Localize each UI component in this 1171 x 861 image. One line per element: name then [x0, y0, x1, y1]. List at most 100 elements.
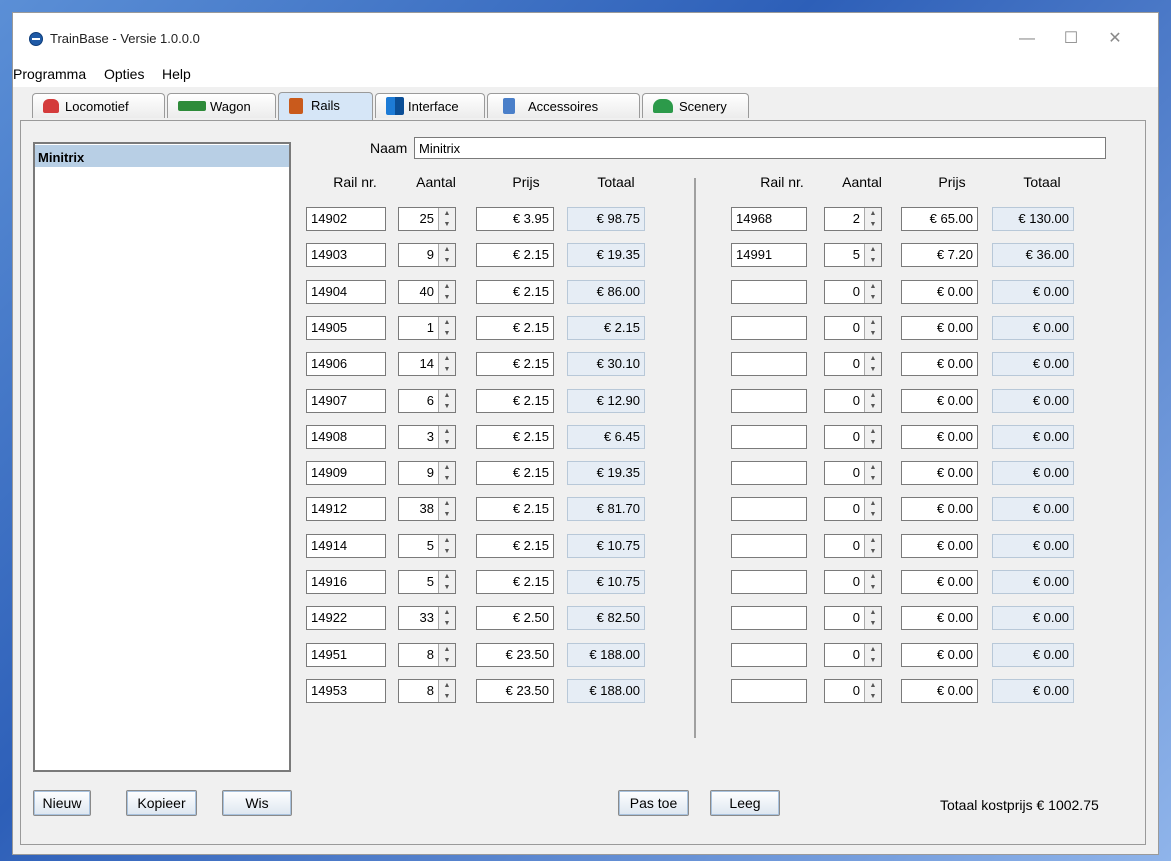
spinner-down-icon[interactable]: ▼: [864, 364, 881, 375]
spinner-down-icon[interactable]: ▼: [438, 691, 455, 702]
aantal-spinner[interactable]: 5 ▲ ▼: [398, 534, 456, 558]
rail-nr-field[interactable]: [731, 280, 807, 304]
prijs-field[interactable]: € 2.15: [476, 497, 554, 521]
aantal-spinner[interactable]: 8 ▲ ▼: [398, 643, 456, 667]
rail-nr-field[interactable]: 14902: [306, 207, 386, 231]
prijs-field[interactable]: € 0.00: [901, 389, 978, 413]
aantal-spinner[interactable]: 0 ▲ ▼: [824, 461, 882, 485]
rail-nr-field[interactable]: 14991: [731, 243, 807, 267]
spinner-down-icon[interactable]: ▼: [864, 473, 881, 484]
aantal-spinner[interactable]: 0 ▲ ▼: [824, 643, 882, 667]
spinner-down-icon[interactable]: ▼: [438, 509, 455, 520]
leeg-button[interactable]: Leeg: [710, 790, 780, 816]
prijs-field[interactable]: € 2.15: [476, 243, 554, 267]
aantal-spinner[interactable]: 0 ▲ ▼: [824, 280, 882, 304]
prijs-field[interactable]: € 2.15: [476, 425, 554, 449]
prijs-field[interactable]: € 2.15: [476, 534, 554, 558]
prijs-field[interactable]: € 2.15: [476, 389, 554, 413]
prijs-field[interactable]: € 7.20: [901, 243, 978, 267]
spinner-down-icon[interactable]: ▼: [864, 292, 881, 303]
rail-nr-field[interactable]: 14914: [306, 534, 386, 558]
prijs-field[interactable]: € 23.50: [476, 679, 554, 703]
aantal-spinner[interactable]: 2 ▲ ▼: [824, 207, 882, 231]
close-button[interactable]: ✕: [1093, 25, 1137, 53]
spinner-down-icon[interactable]: ▼: [864, 509, 881, 520]
aantal-spinner[interactable]: 0 ▲ ▼: [824, 570, 882, 594]
prijs-field[interactable]: € 0.00: [901, 352, 978, 376]
menu-opties[interactable]: Opties: [104, 66, 144, 82]
spinner-down-icon[interactable]: ▼: [438, 255, 455, 266]
rail-nr-field[interactable]: [731, 679, 807, 703]
rail-nr-field[interactable]: [731, 643, 807, 667]
rail-nr-field[interactable]: [731, 352, 807, 376]
rail-nr-field[interactable]: 14951: [306, 643, 386, 667]
rail-nr-field[interactable]: 14916: [306, 570, 386, 594]
prijs-field[interactable]: € 0.00: [901, 570, 978, 594]
aantal-spinner[interactable]: 0 ▲ ▼: [824, 389, 882, 413]
aantal-spinner[interactable]: 6 ▲ ▼: [398, 389, 456, 413]
prijs-field[interactable]: € 0.00: [901, 425, 978, 449]
aantal-spinner[interactable]: 0 ▲ ▼: [824, 679, 882, 703]
aantal-spinner[interactable]: 0 ▲ ▼: [824, 425, 882, 449]
aantal-spinner[interactable]: 3 ▲ ▼: [398, 425, 456, 449]
rail-nr-field[interactable]: [731, 534, 807, 558]
rail-nr-field[interactable]: 14909: [306, 461, 386, 485]
tab-locomotief[interactable]: Locomotief: [32, 93, 165, 118]
spinner-down-icon[interactable]: ▼: [438, 546, 455, 557]
aantal-spinner[interactable]: 9 ▲ ▼: [398, 243, 456, 267]
aantal-spinner[interactable]: 33 ▲ ▼: [398, 606, 456, 630]
spinner-down-icon[interactable]: ▼: [438, 364, 455, 375]
spinner-down-icon[interactable]: ▼: [864, 219, 881, 230]
spinner-down-icon[interactable]: ▼: [438, 401, 455, 412]
rail-nr-field[interactable]: 14903: [306, 243, 386, 267]
rail-nr-field[interactable]: 14906: [306, 352, 386, 376]
prijs-field[interactable]: € 23.50: [476, 643, 554, 667]
tab-rails[interactable]: Rails: [278, 92, 373, 120]
aantal-spinner[interactable]: 5 ▲ ▼: [398, 570, 456, 594]
rail-nr-field[interactable]: [731, 570, 807, 594]
tab-interface[interactable]: Interface: [375, 93, 485, 118]
maximize-button[interactable]: ☐: [1049, 25, 1093, 53]
prijs-field[interactable]: € 0.00: [901, 316, 978, 340]
spinner-down-icon[interactable]: ▼: [864, 437, 881, 448]
spinner-down-icon[interactable]: ▼: [864, 255, 881, 266]
aantal-spinner[interactable]: 0 ▲ ▼: [824, 352, 882, 376]
prijs-field[interactable]: € 0.00: [901, 497, 978, 521]
spinner-down-icon[interactable]: ▼: [438, 219, 455, 230]
naam-input[interactable]: [414, 137, 1106, 159]
rail-nr-field[interactable]: 14922: [306, 606, 386, 630]
rail-nr-field[interactable]: [731, 461, 807, 485]
spinner-down-icon[interactable]: ▼: [438, 618, 455, 629]
prijs-field[interactable]: € 0.00: [901, 461, 978, 485]
spinner-down-icon[interactable]: ▼: [438, 292, 455, 303]
rail-nr-field[interactable]: [731, 606, 807, 630]
aantal-spinner[interactable]: 0 ▲ ▼: [824, 497, 882, 521]
spinner-down-icon[interactable]: ▼: [864, 328, 881, 339]
rail-nr-field[interactable]: [731, 316, 807, 340]
prijs-field[interactable]: € 2.15: [476, 316, 554, 340]
spinner-down-icon[interactable]: ▼: [864, 582, 881, 593]
tab-accessoires[interactable]: Accessoires: [487, 93, 640, 118]
menu-programma[interactable]: Programma: [13, 66, 86, 82]
spinner-down-icon[interactable]: ▼: [864, 546, 881, 557]
spinner-down-icon[interactable]: ▼: [438, 655, 455, 666]
rail-nr-field[interactable]: 14905: [306, 316, 386, 340]
aantal-spinner[interactable]: 38 ▲ ▼: [398, 497, 456, 521]
pas-toe-button[interactable]: Pas toe: [618, 790, 689, 816]
aantal-spinner[interactable]: 14 ▲ ▼: [398, 352, 456, 376]
item-list[interactable]: Minitrix: [33, 142, 291, 772]
spinner-down-icon[interactable]: ▼: [864, 691, 881, 702]
rail-nr-field[interactable]: [731, 497, 807, 521]
rail-nr-field[interactable]: 14912: [306, 497, 386, 521]
rail-nr-field[interactable]: 14968: [731, 207, 807, 231]
aantal-spinner[interactable]: 1 ▲ ▼: [398, 316, 456, 340]
rail-nr-field[interactable]: 14953: [306, 679, 386, 703]
prijs-field[interactable]: € 0.00: [901, 606, 978, 630]
kopieer-button[interactable]: Kopieer: [126, 790, 197, 816]
wis-button[interactable]: Wis: [222, 790, 292, 816]
prijs-field[interactable]: € 0.00: [901, 643, 978, 667]
spinner-down-icon[interactable]: ▼: [438, 582, 455, 593]
prijs-field[interactable]: € 65.00: [901, 207, 978, 231]
spinner-down-icon[interactable]: ▼: [864, 618, 881, 629]
tab-scenery[interactable]: Scenery: [642, 93, 749, 118]
